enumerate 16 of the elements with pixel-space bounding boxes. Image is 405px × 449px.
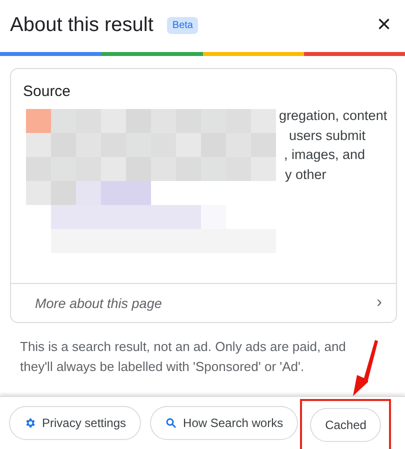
panel-title: About this result <box>10 14 154 36</box>
ad-notice: This is a search result, not an ad. Only ads are paid, and they'll always be labelled with 'Sponsored' or 'Ad'. <box>20 338 347 376</box>
source-text: gregation, content <box>279 107 388 125</box>
close-button[interactable]: × <box>372 11 395 39</box>
how-search-works-button[interactable]: How Search works <box>150 406 298 440</box>
beta-badge: Beta <box>167 16 198 34</box>
source-text: y other <box>284 166 328 184</box>
source-text: , images, and <box>283 146 366 164</box>
annotation-arrow <box>352 340 378 396</box>
source-text: users submit <box>288 126 367 145</box>
more-about-link[interactable]: More about this page › <box>11 283 396 322</box>
search-icon <box>165 417 178 429</box>
settings-icon <box>24 417 36 429</box>
card-heading: Source <box>22 82 72 100</box>
cached-button[interactable]: Cached <box>310 408 382 442</box>
privacy-settings-button[interactable]: Privacy settings <box>9 406 142 440</box>
